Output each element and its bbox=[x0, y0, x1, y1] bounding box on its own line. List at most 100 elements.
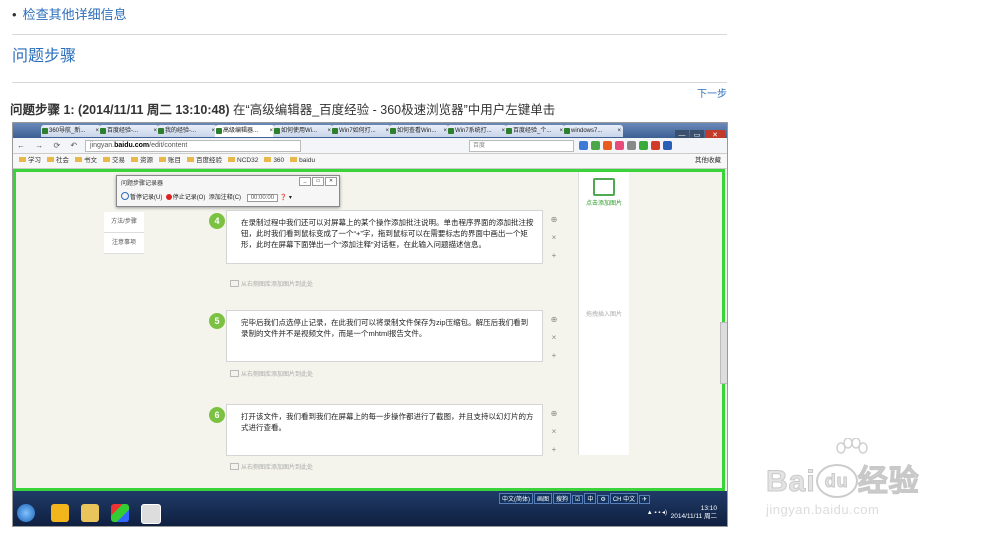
ext-icon bbox=[663, 141, 672, 150]
language-bar: 中文(简体) 画图 搜狗 ☑ 中 ⚙ CH 中文 ✈ bbox=[498, 493, 651, 504]
tab-label: windows7... bbox=[571, 128, 603, 134]
step-text: 在录制过程中我们还可以对屏幕上的某个操作添加批注说明。单击程序界面的添加批注按钮… bbox=[241, 218, 534, 249]
language-bar-item: ⚙ bbox=[597, 495, 609, 504]
editor-page: 问题步骤记录器 _ ▭ ✕ 暂停记录(U) 停止记录(O) 添加注释(C) 00:0… bbox=[13, 169, 727, 491]
ext-icon bbox=[627, 141, 636, 150]
delete-icon: × bbox=[551, 333, 557, 342]
ext-icon bbox=[603, 141, 612, 150]
folder-icon bbox=[19, 157, 26, 162]
step-number-badge: 4 bbox=[209, 213, 225, 229]
tab-favicon-icon bbox=[564, 128, 570, 134]
left-nav-steps: 方法/步骤 bbox=[104, 212, 144, 233]
divider bbox=[12, 82, 727, 83]
address-prefix: jingyan. bbox=[90, 142, 115, 149]
address-bar: jingyan.baidu.com/edit/content bbox=[85, 140, 301, 152]
move-icon: ⊕ bbox=[550, 315, 558, 324]
section-title: 问题步骤 bbox=[12, 48, 77, 65]
folder-icon bbox=[264, 157, 272, 162]
bookmark-item: 交易 bbox=[103, 157, 125, 164]
language-bar-item: 中文(简体) bbox=[499, 493, 533, 504]
bookmark-item: 书文 bbox=[75, 157, 97, 164]
system-clock: 13:10 2014/11/11 周二 bbox=[671, 505, 717, 521]
pause-icon bbox=[121, 192, 129, 200]
tab-favicon-icon bbox=[42, 128, 48, 134]
bookmark-item: 学习 bbox=[19, 157, 41, 164]
language-bar-item: CH 中文 bbox=[609, 493, 639, 504]
tab-close-icon: × bbox=[617, 128, 621, 134]
left-nav-notes: 注意事项 bbox=[104, 233, 144, 254]
drag-image-label: 拖拽插入图片 bbox=[585, 312, 622, 318]
tab-label: 如何查看Win... bbox=[397, 128, 437, 134]
browser-tab: 百度经验-... × bbox=[99, 125, 159, 137]
folder-icon bbox=[47, 157, 54, 162]
language-bar-item: 中 bbox=[584, 493, 597, 504]
recorder-close: ✕ bbox=[325, 177, 337, 186]
language-bar-item: ✈ bbox=[639, 495, 651, 504]
recorder-taskbar-icon bbox=[141, 504, 161, 524]
folder-icon bbox=[81, 504, 99, 522]
tab-label: 百度经验_个... bbox=[513, 128, 552, 134]
move-icon: ⊕ bbox=[550, 409, 558, 418]
browser-tab: Win7系统打... × bbox=[447, 125, 507, 137]
folder-icon bbox=[75, 157, 82, 162]
taskbar-app-icon bbox=[51, 504, 69, 522]
add-icon: + bbox=[551, 445, 557, 454]
add-image-icon bbox=[593, 178, 615, 196]
browser-tab: Win7如何打... × bbox=[331, 125, 391, 137]
left-nav: 方法/步骤 注意事项 bbox=[104, 212, 144, 254]
divider bbox=[12, 34, 727, 35]
tab-label: 360导航_新... bbox=[49, 128, 86, 134]
tab-favicon-icon bbox=[332, 128, 338, 134]
tab-label: 百度经验-... bbox=[107, 128, 138, 134]
steps-recorder-window: 问题步骤记录器 _ ▭ ✕ 暂停记录(U) 停止记录(O) 添加注释(C) 00:0… bbox=[116, 175, 340, 207]
browser-tab: 高级编辑器... × bbox=[215, 125, 275, 137]
recorder-controls: 暂停记录(U) 停止记录(O) 添加注释(C) 00:00:00 ❓ ▾ bbox=[121, 192, 292, 202]
folder-icon bbox=[159, 157, 166, 162]
bookmark-item: NCD32 bbox=[228, 157, 258, 164]
bookmark-item: 百度经验 bbox=[187, 157, 222, 164]
bookmark-label: 百度经验 bbox=[196, 157, 222, 164]
step-description: 问题步骤 1: (2014/11/11 周二 13:10:48) 在“高级编辑器… bbox=[10, 99, 555, 118]
delete-icon: × bbox=[551, 427, 557, 436]
bookmark-label: 交易 bbox=[112, 157, 125, 164]
image-icon bbox=[230, 370, 239, 377]
tab-favicon-icon bbox=[158, 128, 164, 134]
bullet: • bbox=[12, 7, 17, 22]
tab-label: 高级编辑器... bbox=[223, 128, 259, 134]
image-icon bbox=[230, 280, 239, 287]
ext-icon bbox=[651, 141, 660, 150]
bookmark-item: 资源 bbox=[131, 157, 153, 164]
tab-label: Win7系统打... bbox=[455, 128, 492, 134]
ext-icon bbox=[615, 141, 624, 150]
bookmark-label: baidu bbox=[299, 157, 316, 164]
add-comment-button: 添加注释(C) bbox=[208, 195, 242, 201]
add-image-hint: 从右侧图库添加图片到此处 bbox=[230, 279, 313, 288]
browser-tab: 我的经验-... × bbox=[157, 125, 217, 137]
recorder-timer: 00:00:00 bbox=[246, 194, 279, 202]
language-bar-item: 画图 bbox=[534, 493, 553, 504]
tab-label: Win7如何打... bbox=[339, 128, 376, 134]
step-number-badge: 5 bbox=[209, 313, 225, 329]
step-text: 打开该文件，我们看到我们在屏幕上的每一步操作都进行了截图，并且支持以幻灯片的方式… bbox=[241, 412, 534, 432]
stop-record-button: 停止记录(O) bbox=[172, 195, 206, 201]
watermark-bai: Bai bbox=[766, 465, 816, 499]
ext-icon bbox=[579, 141, 588, 150]
watermark-du: du bbox=[815, 464, 858, 498]
clock-time: 13:10 bbox=[700, 505, 717, 512]
other-details-link[interactable]: • 检查其他详细信息 bbox=[12, 4, 127, 23]
browser-tab: 如何使用Wi... × bbox=[273, 125, 333, 137]
next-step-link[interactable]: 下一步 bbox=[697, 85, 727, 100]
tab-favicon-icon bbox=[100, 128, 106, 134]
bookmark-label: 社会 bbox=[56, 157, 69, 164]
tab-favicon-icon bbox=[448, 128, 454, 134]
browser-tab: 360导航_新... × bbox=[41, 125, 101, 137]
other-details-link-text[interactable]: 检查其他详细信息 bbox=[23, 7, 127, 22]
step-ops: ⊕ × + bbox=[549, 405, 559, 459]
bookmark-label: NCD32 bbox=[237, 157, 259, 164]
bookmark-label: 资源 bbox=[140, 157, 153, 164]
watermark-word: Bai du 经验 bbox=[766, 456, 920, 500]
browser-tab: 如何查看Win... × bbox=[389, 125, 449, 137]
windows-taskbar: 中文(简体) 画图 搜狗 ☑ 中 ⚙ CH 中文 ✈ ▲ ▪ ▪ ◂) 13:10 2014/1… bbox=[13, 491, 727, 526]
browser-tabbar: — ▭ ✕ 360导航_新... × 百度经验-... × 我的经验-... × 高级编辑器..… bbox=[13, 123, 727, 141]
tab-favicon-icon bbox=[216, 128, 222, 134]
